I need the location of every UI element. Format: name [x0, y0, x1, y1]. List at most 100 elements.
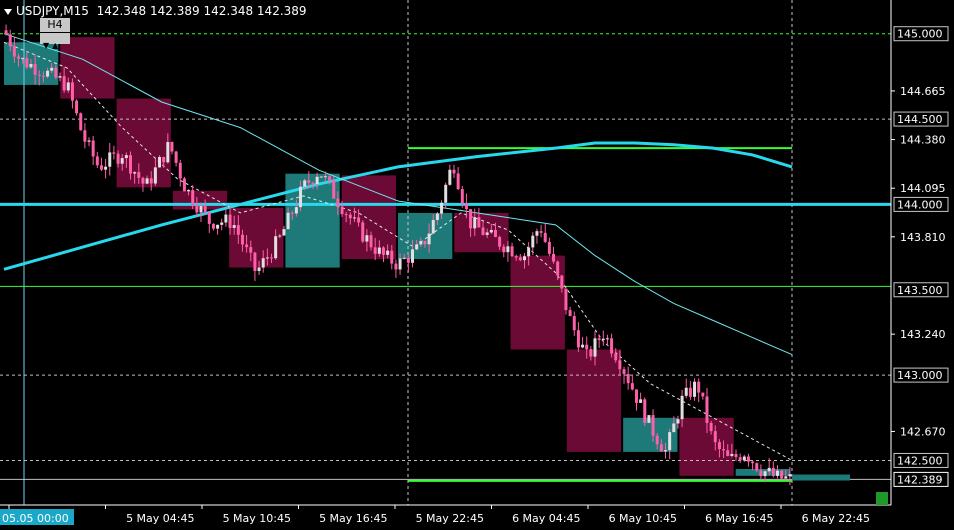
candle-body — [33, 63, 37, 75]
candle-body — [373, 247, 377, 254]
candle-body — [270, 257, 274, 259]
candle-body — [672, 423, 676, 433]
time-tick-label: 5 May 10:45 — [223, 512, 291, 525]
candle-body — [755, 463, 759, 471]
candle-body — [133, 172, 137, 174]
candle-body — [742, 456, 746, 461]
candle-body — [66, 82, 70, 91]
candle-body — [153, 167, 157, 184]
candle-body — [315, 176, 319, 185]
candle-body — [775, 470, 779, 476]
candle-body — [456, 173, 460, 190]
candle-body — [95, 156, 99, 166]
candle-body — [108, 152, 112, 167]
candle-body — [581, 344, 585, 348]
candle-body — [506, 246, 510, 253]
candle-body — [4, 30, 8, 35]
h4-candle — [566, 349, 622, 452]
candle-body — [485, 232, 489, 235]
candle-body — [340, 206, 344, 215]
candle-body — [448, 169, 452, 185]
candle-body — [187, 190, 191, 192]
high-value: 142.389 — [150, 4, 200, 18]
candle-body — [328, 176, 332, 181]
timeframe-buttons[interactable]: ▼ ▲ — [40, 33, 70, 50]
candle-body — [182, 178, 186, 192]
arrow-down-icon[interactable]: ▼ — [43, 41, 49, 50]
trade-marker-icon[interactable] — [876, 492, 888, 505]
candle-body — [120, 158, 124, 164]
candle-body — [493, 229, 497, 238]
candle-body — [614, 353, 618, 361]
candle-body — [141, 177, 145, 184]
current-bar-extension — [792, 474, 850, 481]
candle-body — [307, 180, 311, 183]
candle-body — [489, 229, 493, 233]
candle-body — [427, 233, 431, 245]
current-price-label: 142.389 — [897, 473, 943, 486]
candle-body — [87, 140, 91, 142]
candle-body — [469, 209, 473, 229]
candle-body — [460, 189, 464, 204]
candle-body — [381, 247, 385, 255]
candle-body — [717, 442, 721, 450]
candle-body — [274, 236, 278, 259]
candle-body — [531, 235, 535, 248]
candle-body — [83, 130, 87, 142]
candle-body — [759, 470, 763, 477]
candle-body — [676, 419, 680, 424]
candle-body — [344, 214, 348, 216]
candle-body — [299, 186, 303, 208]
timeframe-box[interactable]: H4 ▼ ▲ — [40, 18, 70, 50]
candle-body — [112, 152, 116, 154]
menu-triangle-icon[interactable] — [4, 8, 12, 15]
candle-body — [402, 257, 406, 259]
candle-body — [713, 431, 717, 443]
price-chart[interactable]: 144.665 144.380 144.095 143.810 143.240 142.6… — [0, 0, 954, 530]
candle-body — [498, 237, 502, 247]
candle-body — [257, 267, 261, 272]
candle-body — [697, 381, 701, 393]
candle-body — [245, 244, 249, 248]
candle-body — [502, 246, 506, 253]
candle-body — [191, 190, 195, 205]
candle-body — [589, 349, 593, 357]
time-tick-label: 05.05 00:00 — [2, 512, 69, 525]
candle-body — [593, 338, 597, 357]
candle-body — [684, 387, 688, 396]
candle-body — [348, 214, 352, 219]
price-tick-label: 144.665 — [900, 85, 946, 98]
candle-body — [211, 223, 215, 229]
candle-body — [253, 252, 257, 272]
candle-body — [286, 212, 290, 230]
candle-body — [369, 235, 373, 248]
h4-candle — [116, 98, 171, 188]
candle-body — [116, 153, 120, 164]
candle-body — [539, 231, 543, 233]
candle-body — [605, 338, 609, 340]
candle-body — [763, 471, 767, 477]
arrow-up-icon[interactable]: ▲ — [52, 41, 58, 50]
candle-body — [431, 219, 435, 234]
candle-body — [522, 256, 526, 261]
candle-body — [232, 225, 236, 228]
candle-body — [149, 178, 153, 184]
candle-body — [477, 217, 481, 228]
candle-body — [576, 330, 580, 348]
candle-body — [303, 180, 307, 187]
candle-body — [166, 142, 170, 163]
candle-body — [58, 76, 62, 78]
candle-body — [79, 113, 83, 131]
price-tick-label: 142.670 — [900, 425, 946, 438]
candle-body — [377, 247, 381, 254]
candle-body — [54, 67, 58, 78]
candle-body — [207, 212, 211, 224]
symbol-header[interactable]: USDJPY,M15 142.348 142.389 142.348 142.3… — [4, 4, 307, 18]
candle-body — [564, 288, 568, 311]
price-level-label: 143.000 — [897, 369, 943, 382]
candle-body — [17, 56, 21, 59]
candle-body — [738, 457, 742, 461]
candle-body — [585, 344, 589, 350]
candle-body — [178, 162, 182, 179]
candle-body — [726, 450, 730, 456]
